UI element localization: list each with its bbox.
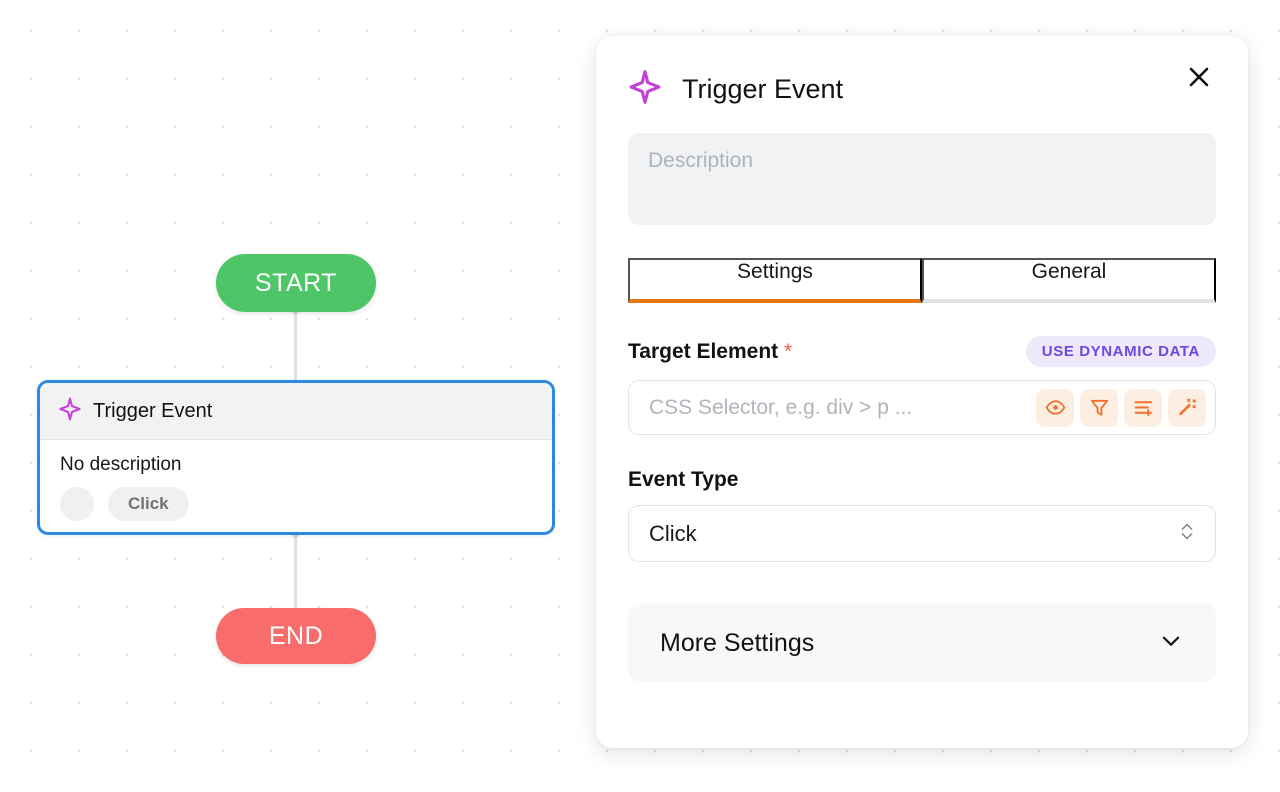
sparkle-icon bbox=[58, 397, 82, 426]
more-settings-accordion[interactable]: More Settings bbox=[628, 604, 1216, 682]
eye-icon[interactable] bbox=[1036, 388, 1074, 427]
trigger-node-body: No description Click bbox=[40, 440, 552, 521]
edge-trigger-to-end bbox=[294, 534, 297, 610]
trigger-node-header: Trigger Event bbox=[40, 383, 552, 440]
magic-wand-icon[interactable] bbox=[1168, 388, 1206, 427]
page-title: Trigger Event bbox=[682, 74, 844, 104]
target-element-label-row: Target Element * USE DYNAMIC DATA bbox=[628, 336, 1216, 367]
status-badge: Click bbox=[108, 487, 189, 521]
event-type-label: Event Type bbox=[628, 468, 739, 491]
chevron-updown-icon bbox=[1179, 520, 1195, 547]
list-add-icon[interactable] bbox=[1124, 388, 1162, 427]
css-selector-input[interactable] bbox=[649, 395, 1030, 420]
chevron-down-icon bbox=[1158, 628, 1184, 659]
trigger-event-node[interactable]: Trigger Event No description Click bbox=[37, 380, 555, 535]
start-node[interactable]: START bbox=[216, 254, 376, 312]
required-marker: * bbox=[784, 339, 793, 363]
end-node-label: END bbox=[268, 621, 324, 650]
node-settings-panel: Trigger Event Settings General Target El… bbox=[596, 36, 1248, 748]
target-element-label: Target Element * bbox=[628, 339, 793, 363]
description-input[interactable] bbox=[628, 133, 1216, 225]
trigger-node-meta: Click bbox=[60, 487, 532, 521]
event-type-label-row: Event Type bbox=[628, 468, 1216, 492]
tab-settings[interactable]: Settings bbox=[628, 258, 922, 303]
event-type-select[interactable]: Click bbox=[628, 505, 1216, 562]
close-icon[interactable] bbox=[1180, 58, 1218, 96]
sparkle-icon bbox=[628, 70, 662, 109]
trigger-node-description: No description bbox=[60, 454, 182, 475]
edge-start-to-trigger bbox=[294, 310, 297, 382]
panel-tabs: Settings General bbox=[628, 258, 1216, 303]
end-node[interactable]: END bbox=[216, 608, 376, 664]
filter-icon[interactable] bbox=[1080, 388, 1118, 427]
avatar bbox=[60, 487, 94, 521]
use-dynamic-data-button[interactable]: USE DYNAMIC DATA bbox=[1025, 336, 1216, 367]
start-node-label: START bbox=[254, 268, 338, 297]
trigger-node-title: Trigger Event bbox=[93, 399, 213, 422]
tab-general[interactable]: General bbox=[922, 258, 1216, 303]
target-element-input-shell bbox=[628, 380, 1216, 435]
more-settings-label: More Settings bbox=[660, 628, 815, 657]
panel-header: Trigger Event bbox=[628, 36, 1216, 109]
event-type-value: Click bbox=[649, 520, 697, 546]
